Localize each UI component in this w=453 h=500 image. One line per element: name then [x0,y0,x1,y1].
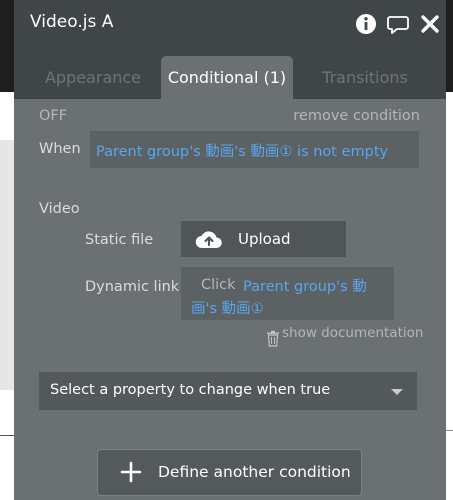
comment-icon[interactable] [386,12,410,36]
background-right-panel [446,92,453,500]
conditional-content: OFF remove condition When Parent group's… [14,99,446,500]
when-label: When [39,141,81,157]
trash-icon[interactable] [266,330,280,347]
define-another-condition-button[interactable]: Define another condition [97,449,362,496]
tab-transitions[interactable]: Transitions [302,56,428,99]
dynamic-link-expression[interactable]: Parent group's 動画's 動画① [191,276,386,320]
element-editor-panel: Video.js A Appearance Conditional (1) Tr… [14,0,446,500]
dynamic-link-label: Dynamic link [85,279,180,295]
panel-title: Video.js A [30,12,114,32]
property-select-placeholder: Select a property to change when true [50,382,331,398]
remove-condition-link[interactable]: remove condition [293,108,420,124]
tab-bar: Appearance Conditional (1) Transitions [14,50,446,99]
static-file-label: Static file [85,232,154,248]
define-button-label: Define another condition [158,463,351,481]
condition-status[interactable]: OFF [39,108,67,124]
condition-expression[interactable]: Parent group's 動画's 動画① is not empty [96,140,388,161]
dynamic-link-field[interactable]: Click Parent group's 動画's 動画① [181,267,394,320]
upload-button[interactable]: Upload [181,221,346,257]
show-documentation-link[interactable]: show documentation [282,325,423,341]
info-icon[interactable] [354,12,378,36]
background-left-element [0,140,14,390]
property-select[interactable]: Select a property to change when true [39,372,417,410]
background-divider [0,435,14,436]
video-section-label: Video [39,201,80,217]
close-icon[interactable] [418,12,442,36]
tab-appearance[interactable]: Appearance [28,56,158,99]
background-divider [446,430,453,431]
upload-label: Upload [238,230,291,248]
condition-expression-field[interactable]: Parent group's 動画's 動画① is not empty [90,131,419,168]
plus-icon [120,461,142,483]
caret-down-icon [391,389,403,395]
tab-conditional[interactable]: Conditional (1) [161,56,293,99]
cloud-upload-icon [195,231,222,249]
title-bar: Video.js A [14,0,446,50]
